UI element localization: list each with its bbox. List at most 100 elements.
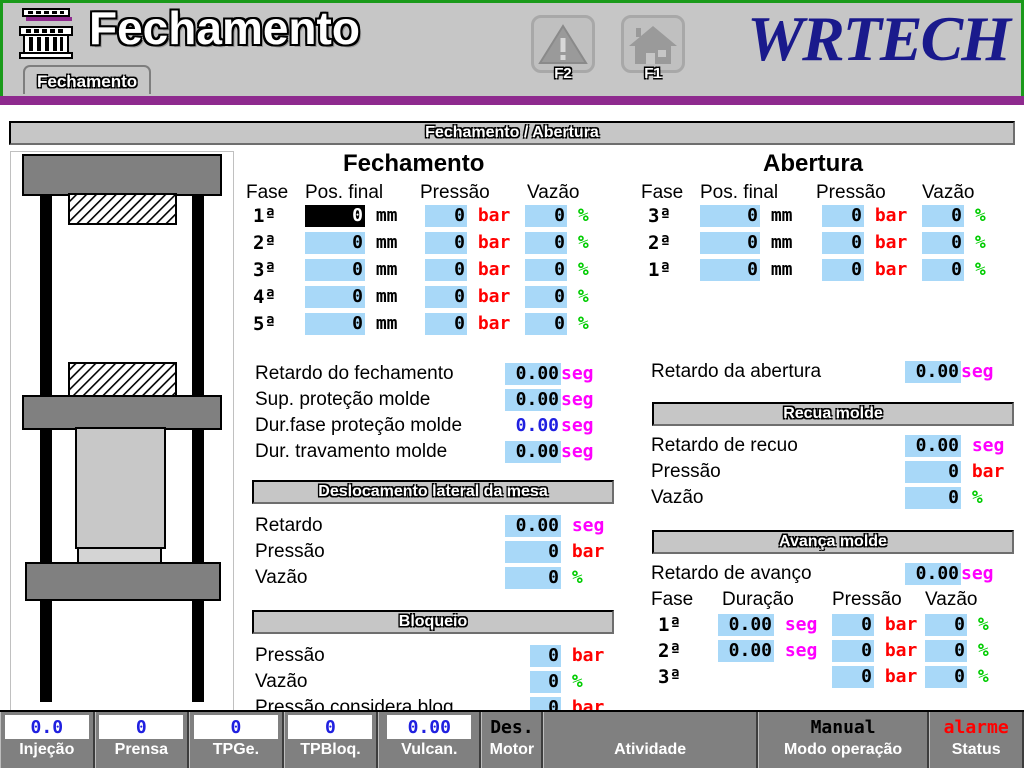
status-value-5: Des. xyxy=(490,715,533,739)
avanca-row-1-pressao[interactable]: 0 xyxy=(832,614,874,636)
fechamento-row-1-vazao[interactable]: 0 xyxy=(525,205,567,227)
fechamento-row-3-vazao[interactable]: 0 xyxy=(525,259,567,281)
fechamento-row-3-pressao-group: 0 bar xyxy=(425,259,510,281)
avanca-row-1-duracao-group: 0.00 seg xyxy=(718,614,817,636)
fechamento-row-2-vazao[interactable]: 0 xyxy=(525,232,567,254)
status-value-2[interactable]: 0 xyxy=(194,715,278,739)
retardo-fechamento-label: Retardo do fechamento xyxy=(255,363,454,385)
avanca-row-1-pressao-unit: bar xyxy=(874,614,917,635)
fechamento-row-4-pos-final-unit: mm xyxy=(365,286,398,307)
fechamento-row-1-pos-final[interactable]: 0 xyxy=(305,205,365,227)
status-label-2: TPGe. xyxy=(213,741,259,759)
abertura-row-3-vazao[interactable]: 0 xyxy=(922,259,964,281)
fechamento-row-3-pos-final-unit: mm xyxy=(365,259,398,280)
fechamento-row-4-vazao-unit: % xyxy=(567,286,589,307)
status-label-6: Atividade xyxy=(614,741,686,759)
recua-retardo-value[interactable]: 0.00 xyxy=(905,435,961,457)
recua-vazao-value[interactable]: 0 xyxy=(905,487,961,509)
fechamento-row-3-pressao[interactable]: 0 xyxy=(425,259,467,281)
status-cell-motor: Des.Motor xyxy=(481,712,543,768)
avanca-row-3-fase: 3ª xyxy=(658,666,681,688)
abertura-col-pos-final: Pos. final xyxy=(700,182,778,204)
avanca-row-2-pressao[interactable]: 0 xyxy=(832,640,874,662)
status-label-8: Status xyxy=(952,741,1001,759)
status-cell-status: alarmeStatus xyxy=(929,712,1024,768)
avanca-row-2-fase: 2ª xyxy=(658,640,681,662)
dur-fase-protecao-molde-value[interactable]: 0.00 xyxy=(505,415,561,437)
recua-vazao-label: Vazão xyxy=(651,487,703,509)
desloc-vazao-value[interactable]: 0 xyxy=(505,567,561,589)
abertura-row-2-pos-final[interactable]: 0 xyxy=(700,232,760,254)
avanca-row-2-duracao-unit: seg xyxy=(774,640,817,661)
abertura-row-1-pressao-group: 0 bar xyxy=(822,205,907,227)
avanca-row-1-duracao[interactable]: 0.00 xyxy=(718,614,774,636)
fechamento-row-3-pressao-unit: bar xyxy=(467,259,510,280)
avanca-row-2-vazao[interactable]: 0 xyxy=(925,640,967,662)
desloc-vazao-value-group: 0 % xyxy=(505,567,583,589)
bloq-pressao-value[interactable]: 0 xyxy=(530,645,561,667)
retardo-avanco-value[interactable]: 0.00 xyxy=(905,563,961,585)
status-value-1[interactable]: 0 xyxy=(99,715,183,739)
sup-protecao-molde-value[interactable]: 0.00 xyxy=(505,389,561,411)
abertura-row-2-pressao-unit: bar xyxy=(864,232,907,253)
fechamento-row-1-pressao-group: 0 bar xyxy=(425,205,510,227)
avanca-row-3-vazao[interactable]: 0 xyxy=(925,666,967,688)
recua-pressao-value[interactable]: 0 xyxy=(905,461,961,483)
abertura-row-1-pos-final[interactable]: 0 xyxy=(700,205,760,227)
desloc-retardo-value[interactable]: 0.00 xyxy=(505,515,561,537)
abertura-row-3-vazao-unit: % xyxy=(964,259,986,280)
fechamento-row-1-pos-final-group: 0 mm xyxy=(305,205,398,227)
fechamento-row-3-pos-final-group: 0 mm xyxy=(305,259,398,281)
abertura-row-3-pos-final[interactable]: 0 xyxy=(700,259,760,281)
fechamento-row-4-vazao[interactable]: 0 xyxy=(525,286,567,308)
status-bar: 0.0Injeção0Prensa0TPGe.0TPBloq.0.00Vulca… xyxy=(0,710,1024,768)
abertura-row-1-pressao-unit: bar xyxy=(864,205,907,226)
abertura-col-vazao: Vazão xyxy=(922,182,974,204)
sup-protecao-molde-label: Sup. proteção molde xyxy=(255,389,430,411)
avanca-row-3-pressao[interactable]: 0 xyxy=(832,666,874,688)
avanca-row-2-vazao-group: 0 % xyxy=(925,640,989,662)
fechamento-row-5-pressao[interactable]: 0 xyxy=(425,313,467,335)
abertura-row-2-vazao[interactable]: 0 xyxy=(922,232,964,254)
avanca-row-2-duracao[interactable]: 0.00 xyxy=(718,640,774,662)
dur-fase-protecao-molde-label: Dur.fase proteção molde xyxy=(255,415,462,437)
bloq-vazao-value[interactable]: 0 xyxy=(530,671,561,693)
status-value-4[interactable]: 0.00 xyxy=(387,715,471,739)
panel-title-bar: Fechamento / Abertura xyxy=(9,121,1015,145)
abertura-row-1-pressao[interactable]: 0 xyxy=(822,205,864,227)
retardo-fechamento-value[interactable]: 0.00 xyxy=(505,363,561,385)
status-value-0[interactable]: 0.0 xyxy=(5,715,89,739)
tab-fechamento[interactable]: Fechamento xyxy=(23,65,151,94)
home-icon xyxy=(624,18,682,70)
avanca-molde-title-bar: Avança molde xyxy=(652,530,1014,554)
bloqueio-title-bar: Bloqueio xyxy=(252,610,614,634)
avanca-row-1-vazao[interactable]: 0 xyxy=(925,614,967,636)
avanca-row-3-vazao-group: 0 % xyxy=(925,666,989,688)
status-value-3[interactable]: 0 xyxy=(288,715,372,739)
fechamento-row-2-pos-final[interactable]: 0 xyxy=(305,232,365,254)
fechamento-row-1-fase: 1ª xyxy=(253,205,276,227)
fechamento-row-1-pressao[interactable]: 0 xyxy=(425,205,467,227)
desloc-pressao-value[interactable]: 0 xyxy=(505,541,561,563)
abertura-row-3-pressao[interactable]: 0 xyxy=(822,259,864,281)
fechamento-row-4-pressao[interactable]: 0 xyxy=(425,286,467,308)
fechamento-row-5-vazao[interactable]: 0 xyxy=(525,313,567,335)
press-machine-icon xyxy=(17,7,79,65)
desloc-retardo-unit: seg xyxy=(561,515,604,536)
abertura-col-pressao: Pressão xyxy=(816,182,886,204)
avanca-col-vazao: Vazão xyxy=(925,589,977,611)
retardo-abertura-value[interactable]: 0.00 xyxy=(905,361,961,383)
fechamento-row-2-vazao-unit: % xyxy=(567,232,589,253)
fechamento-row-2-pressao[interactable]: 0 xyxy=(425,232,467,254)
fechamento-row-4-pos-final[interactable]: 0 xyxy=(305,286,365,308)
dur-travamento-molde-value[interactable]: 0.00 xyxy=(505,441,561,463)
fechamento-row-3-pos-final[interactable]: 0 xyxy=(305,259,365,281)
abertura-row-1-vazao[interactable]: 0 xyxy=(922,205,964,227)
fechamento-row-5-pos-final[interactable]: 0 xyxy=(305,313,365,335)
status-cell-tpbloq-: 0TPBloq. xyxy=(284,712,379,768)
fechamento-row-5-fase: 5ª xyxy=(253,313,276,335)
abertura-row-3-pos-final-group: 0 mm xyxy=(700,259,793,281)
accent-divider xyxy=(0,96,1024,105)
abertura-row-2-pos-final-unit: mm xyxy=(760,232,793,253)
abertura-row-2-pressao[interactable]: 0 xyxy=(822,232,864,254)
